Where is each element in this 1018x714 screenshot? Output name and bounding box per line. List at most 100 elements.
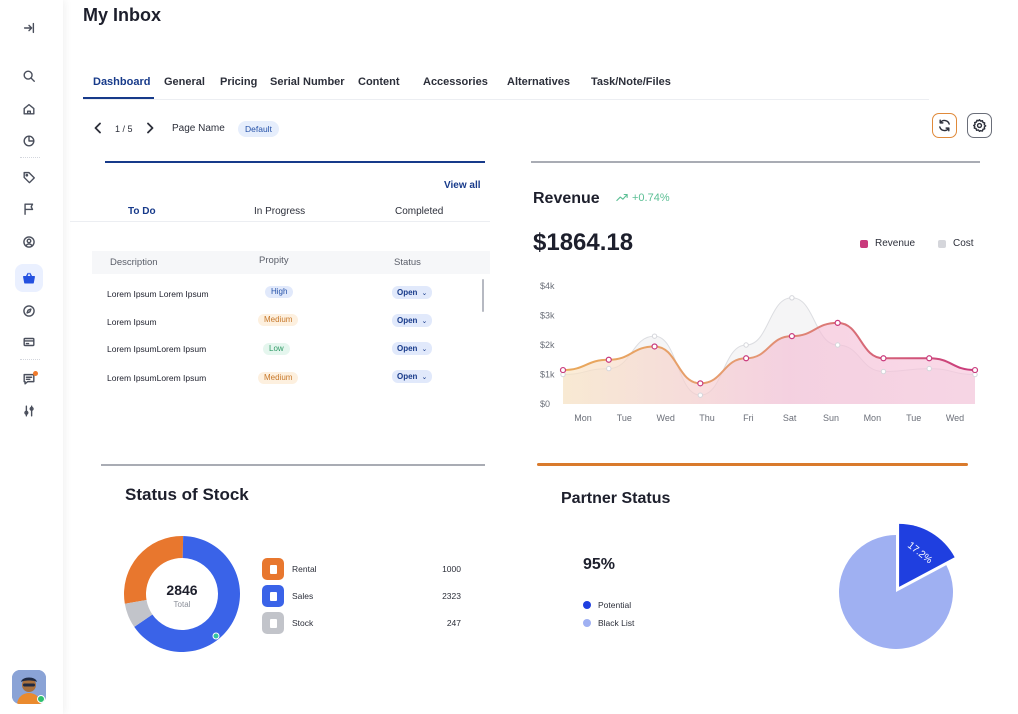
cost-point [789, 295, 795, 301]
stock-value-sales: 2323 [442, 591, 461, 601]
task-tab-to-do[interactable]: To Do [128, 206, 156, 217]
tab-pricing[interactable]: Pricing [220, 76, 257, 88]
basket-icon[interactable] [15, 264, 43, 292]
x-tick-label: Fri [743, 413, 754, 423]
revenue-title: Revenue [533, 190, 600, 207]
search-icon[interactable] [15, 62, 43, 90]
priority-badge: Medium [258, 314, 299, 326]
revenue-change: +0.74% [616, 192, 670, 204]
task-tab-in-progress[interactable]: In Progress [254, 206, 305, 217]
y-tick-label: $1k [540, 370, 555, 380]
chevron-down-icon: ⌄ [421, 290, 428, 297]
x-tick-label: Mon [864, 413, 882, 423]
status-dropdown-label: Open [397, 288, 418, 297]
page-indicator: 1 / 5 [115, 124, 133, 134]
sidebar-divider [20, 157, 40, 158]
revenue-point [697, 380, 704, 387]
card-icon[interactable] [15, 328, 43, 356]
task-row-description: Lorem IpsumLorem Ipsum [107, 344, 207, 354]
page-name-selector[interactable]: Default [238, 121, 279, 137]
cost-point [743, 342, 749, 348]
gear-icon [972, 118, 987, 133]
revenue-change-value: +0.74% [632, 192, 670, 204]
sidebar [0, 0, 63, 714]
chevron-down-icon: ⌄ [421, 374, 428, 381]
task-row-description: Lorem Ipsum [107, 317, 157, 327]
tab-content[interactable]: Content [358, 76, 400, 88]
previous-page-button[interactable] [91, 121, 105, 135]
task-tab-completed[interactable]: Completed [395, 206, 443, 217]
cost-point [880, 368, 887, 375]
legend-label: Potential [598, 600, 632, 610]
pie-chart-icon[interactable] [15, 127, 43, 155]
task-row-description: Lorem IpsumLorem Ipsum [107, 373, 207, 383]
legend-revenue: Revenue [860, 238, 915, 249]
next-page-button[interactable] [143, 121, 157, 135]
user-circle-icon[interactable] [15, 228, 43, 256]
tasks-panel-accent [105, 161, 485, 163]
revenue-point [926, 355, 933, 362]
stock-value-stock: 247 [446, 618, 461, 628]
status-dropdown[interactable]: Open ⌄ [392, 342, 433, 355]
revenue-point [651, 343, 658, 350]
task-row-description: Lorem Ipsum Lorem Ipsum [107, 289, 209, 299]
sliders-icon[interactable] [15, 397, 43, 425]
tab-alternatives[interactable]: Alternatives [507, 76, 570, 88]
priority-badge: High [265, 286, 294, 298]
expand-icon[interactable] [15, 14, 43, 42]
column-header-priority: Propity [259, 255, 289, 266]
view-all-link[interactable]: View all [444, 180, 481, 191]
revenue-point [971, 366, 979, 374]
status-dropdown[interactable]: Open ⌄ [392, 286, 433, 299]
page-title: My Inbox [83, 5, 162, 25]
y-tick-label: $3k [540, 311, 555, 321]
chevron-left-icon [94, 122, 101, 134]
y-tick-label: $0 [540, 399, 550, 409]
x-tick-label: Sat [783, 413, 797, 423]
column-header-description: Description [110, 257, 158, 268]
donut-total-value: 2846 [166, 582, 198, 598]
settings-button[interactable] [967, 113, 992, 138]
revenue-point [788, 333, 795, 340]
revenue-point [743, 355, 750, 362]
tab-dashboard[interactable]: Dashboard [93, 76, 150, 88]
legend-black-list: Black List [583, 618, 634, 628]
cost-point [651, 333, 658, 339]
revenue-point [880, 355, 887, 362]
chevron-down-icon: ⌄ [421, 318, 428, 325]
online-status-dot [37, 695, 45, 703]
x-tick-label: Sun [823, 413, 839, 423]
x-tick-label: Tue [617, 413, 632, 423]
partner-title: Partner Status [561, 490, 671, 507]
stock-label-rental: Rental [292, 564, 317, 574]
task-list-scrollbar[interactable] [482, 279, 484, 312]
tag-icon[interactable] [15, 163, 43, 191]
stock-icon [262, 612, 284, 634]
legend-potential: Potential [583, 600, 631, 610]
refresh-icon [939, 119, 950, 132]
compass-icon[interactable] [15, 297, 43, 325]
tab-accessories[interactable]: Accessories [423, 76, 488, 88]
stock-label-sales: Sales [292, 591, 314, 601]
chevron-down-icon: ⌄ [421, 346, 428, 353]
x-tick-label: Mon [574, 413, 592, 423]
y-tick-label: $4k [540, 281, 555, 291]
home-icon[interactable] [15, 95, 43, 123]
flag-icon[interactable] [15, 195, 43, 223]
task-tabs-divider [70, 221, 490, 222]
revenue-chart: $0 $1k $2k $3k $4k Mon Tue Wed Thu Fri Sat Sun Mon Tu… [540, 281, 979, 423]
legend-label: Revenue [875, 238, 916, 249]
priority-badge: Medium [258, 372, 299, 384]
status-dropdown[interactable]: Open ⌄ [392, 314, 433, 327]
message-icon[interactable] [15, 365, 43, 393]
tab-general[interactable]: General [164, 76, 205, 88]
revenue-amount: $1864.18 [533, 229, 634, 256]
tab-serial-number[interactable]: Serial Number [270, 76, 345, 88]
cost-point [926, 365, 932, 372]
tab-task-note-files[interactable]: Task/Note/Files [591, 76, 671, 88]
partner-pie-chart: 17.2% [839, 523, 955, 649]
legend-cost: Cost [938, 238, 974, 249]
status-dropdown[interactable]: Open ⌄ [392, 370, 433, 383]
refresh-button[interactable] [932, 113, 957, 138]
stock-value-rental: 1000 [442, 564, 461, 574]
